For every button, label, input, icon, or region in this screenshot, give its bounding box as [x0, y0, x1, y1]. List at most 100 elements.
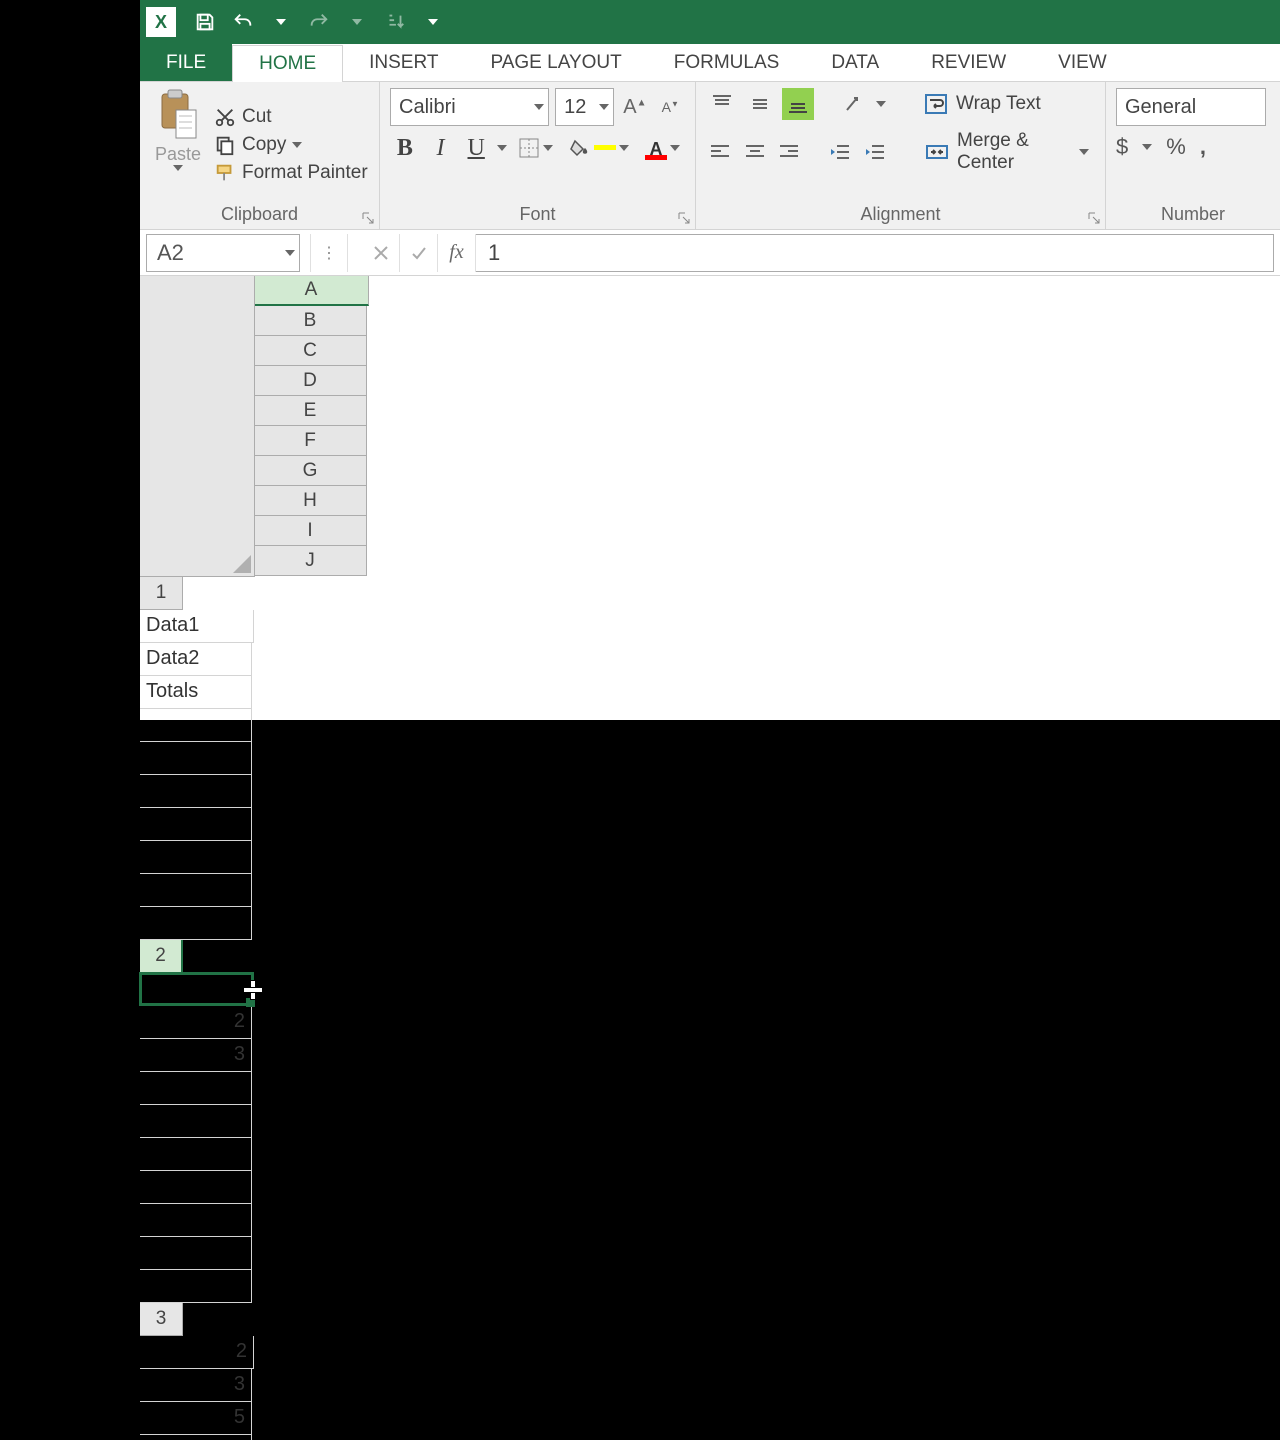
excel-window: X FILE HOME INSERT PAGE LAYOUT FORMULAS … — [140, 0, 1280, 720]
shrink-font-icon[interactable]: A▼ — [656, 91, 685, 123]
tab-home[interactable]: HOME — [232, 45, 343, 82]
font-size-select[interactable]: 12 — [555, 88, 614, 126]
wrap-text-button[interactable]: Wrap Text — [918, 90, 1047, 118]
excel-app-icon: X — [146, 7, 176, 37]
redo-dropdown-icon[interactable] — [338, 3, 376, 41]
align-middle-icon[interactable] — [744, 88, 776, 120]
formula-separator: ⋮ — [310, 234, 348, 272]
cell[interactable] — [140, 1237, 252, 1270]
cell[interactable] — [140, 1072, 252, 1105]
tab-data[interactable]: DATA — [805, 44, 905, 81]
column-header[interactable]: J — [255, 546, 367, 576]
tab-review[interactable]: REVIEW — [905, 44, 1032, 81]
font-color-button[interactable]: A — [640, 136, 685, 160]
cell[interactable] — [140, 1171, 252, 1204]
group-clipboard: Paste Cut Copy Format Painte — [140, 82, 380, 229]
quick-access-toolbar: X — [140, 0, 1280, 44]
cut-button[interactable]: Cut — [214, 106, 368, 128]
merge-center-button[interactable]: Merge & Center — [919, 128, 1095, 176]
column-header[interactable]: F — [255, 426, 367, 456]
align-center-icon[interactable] — [741, 136, 770, 168]
row-header[interactable]: 2 — [140, 940, 183, 973]
fx-icon[interactable]: fx — [438, 234, 476, 272]
cell[interactable] — [140, 775, 252, 808]
row-header[interactable]: 3 — [140, 1303, 183, 1336]
cell[interactable] — [140, 841, 252, 874]
copy-button[interactable]: Copy — [214, 134, 368, 156]
undo-dropdown-icon[interactable] — [262, 3, 300, 41]
currency-icon[interactable]: $ — [1116, 134, 1128, 160]
align-left-icon[interactable] — [706, 136, 735, 168]
save-icon[interactable] — [186, 3, 224, 41]
cell[interactable] — [140, 973, 254, 1006]
clipboard-launcher-icon[interactable] — [361, 211, 375, 225]
column-header[interactable]: G — [255, 456, 367, 486]
column-header[interactable]: A — [255, 276, 369, 306]
italic-button[interactable]: I — [426, 135, 456, 162]
cell[interactable]: 3 — [140, 1369, 252, 1402]
sort-icon[interactable] — [376, 3, 414, 41]
comma-icon[interactable]: , — [1200, 134, 1206, 160]
tab-file[interactable]: FILE — [140, 44, 232, 81]
cell[interactable] — [140, 1138, 252, 1171]
undo-icon[interactable] — [224, 3, 262, 41]
grow-font-icon[interactable]: A▲ — [620, 91, 649, 123]
name-box[interactable]: A2 — [146, 234, 300, 272]
column-header[interactable]: H — [255, 486, 367, 516]
bold-button[interactable]: B — [390, 135, 420, 162]
formula-input[interactable]: 1 — [476, 234, 1274, 272]
column-header[interactable]: I — [255, 516, 367, 546]
cell[interactable] — [140, 1204, 252, 1237]
font-launcher-icon[interactable] — [677, 211, 691, 225]
cell[interactable] — [140, 709, 252, 742]
column-header[interactable]: D — [255, 366, 367, 396]
cell[interactable] — [140, 874, 252, 907]
format-painter-button[interactable]: Format Painter — [214, 162, 368, 184]
cell[interactable]: 2 — [140, 1336, 254, 1369]
cell[interactable] — [140, 1435, 252, 1440]
paste-label[interactable]: Paste — [155, 144, 201, 165]
number-format-select[interactable]: General — [1116, 88, 1266, 126]
tab-page-layout[interactable]: PAGE LAYOUT — [464, 44, 647, 81]
decrease-indent-icon[interactable] — [826, 136, 855, 168]
formula-bar: A2 ⋮ fx 1 — [140, 230, 1280, 276]
align-bottom-icon[interactable] — [782, 88, 814, 120]
redo-icon[interactable] — [300, 3, 338, 41]
customize-qat-icon[interactable] — [414, 3, 452, 41]
tab-insert[interactable]: INSERT — [343, 44, 464, 81]
column-header[interactable]: E — [255, 396, 367, 426]
select-all-corner[interactable] — [140, 276, 254, 576]
cell[interactable] — [140, 742, 252, 775]
cell[interactable] — [140, 808, 252, 841]
percent-icon[interactable]: % — [1166, 134, 1186, 160]
align-right-icon[interactable] — [775, 136, 804, 168]
column-header[interactable]: C — [255, 336, 367, 366]
tab-view[interactable]: VIEW — [1032, 44, 1133, 81]
tab-formulas[interactable]: FORMULAS — [648, 44, 806, 81]
align-top-icon[interactable] — [706, 88, 738, 120]
orientation-icon[interactable] — [838, 88, 870, 120]
underline-button[interactable]: U — [461, 135, 491, 162]
cancel-icon[interactable] — [362, 234, 400, 272]
cell[interactable]: 5 — [140, 1402, 252, 1435]
font-name-select[interactable]: Calibri — [390, 88, 549, 126]
cell[interactable] — [140, 907, 252, 940]
cell[interactable] — [140, 1105, 252, 1138]
borders-button[interactable] — [513, 134, 558, 162]
row-header[interactable]: 1 — [140, 577, 183, 610]
cell[interactable]: Data2 — [140, 643, 252, 676]
fill-color-button[interactable] — [564, 136, 634, 160]
cell[interactable]: Data1 — [140, 610, 254, 643]
column-header[interactable]: B — [255, 306, 367, 336]
group-number: General $ % , Number — [1106, 82, 1280, 229]
cell[interactable]: 3 — [140, 1039, 252, 1072]
cell[interactable] — [140, 1270, 252, 1303]
group-alignment: Wrap Text Merge & Center — [696, 82, 1106, 229]
worksheet-grid[interactable]: ABCDEFGHIJ1Data1Data2Totals2233235434755… — [140, 276, 1280, 1440]
cell[interactable]: Totals — [140, 676, 252, 709]
enter-icon[interactable] — [400, 234, 438, 272]
increase-indent-icon[interactable] — [861, 136, 890, 168]
paste-icon[interactable] — [156, 88, 200, 144]
alignment-launcher-icon[interactable] — [1087, 211, 1101, 225]
cell[interactable]: 2 — [140, 1006, 252, 1039]
